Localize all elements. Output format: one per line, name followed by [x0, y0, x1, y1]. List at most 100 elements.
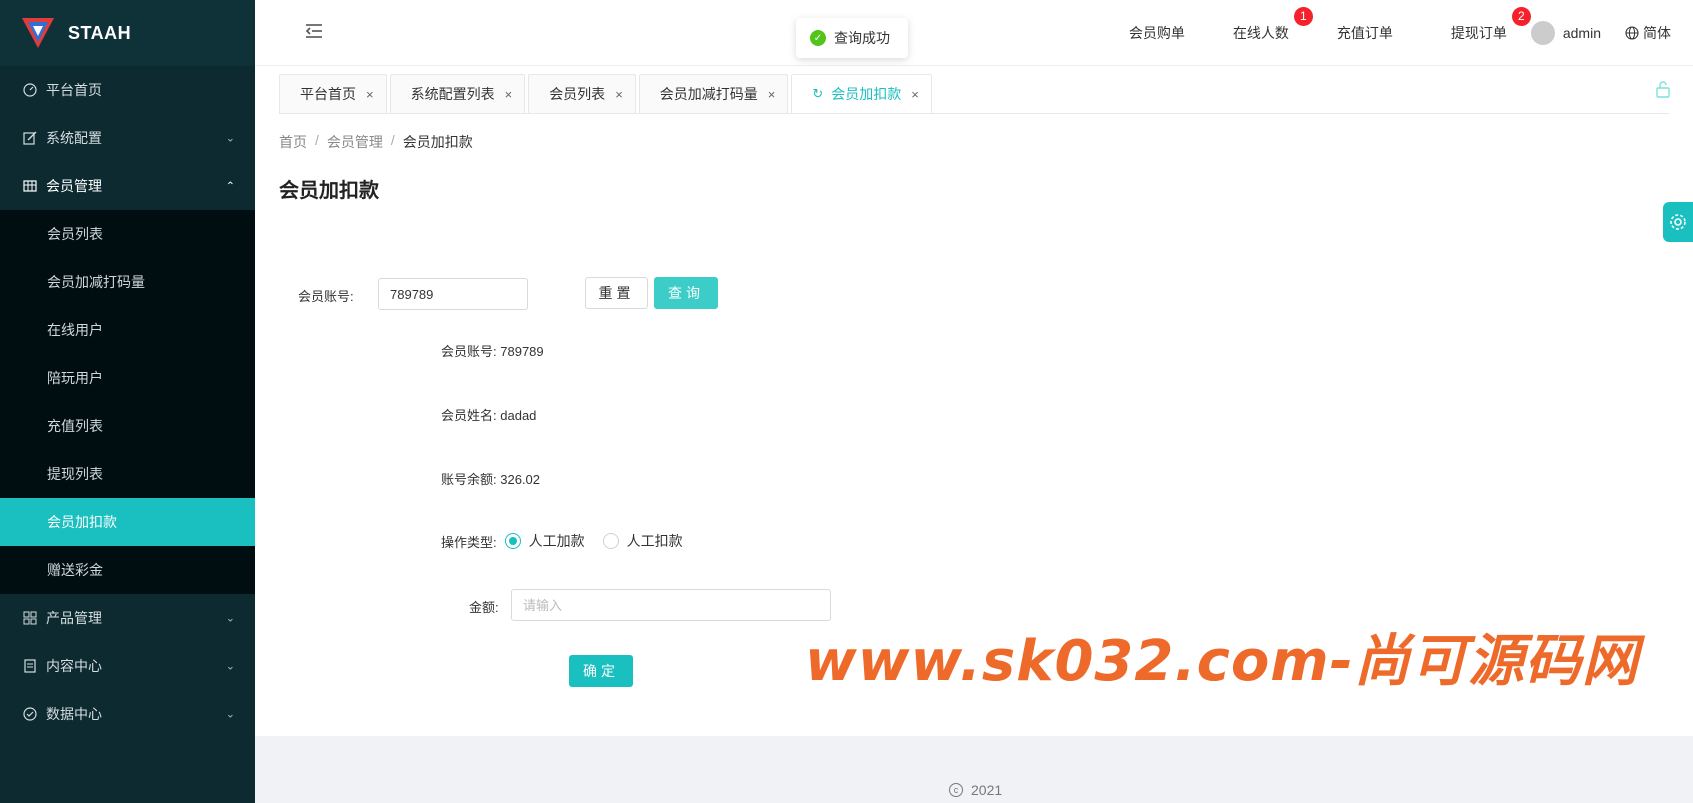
tab-bar: 平台首页 × 系统配置列表 × 会员列表 × 会员加减打码量 × ↻ 会员加扣款…	[279, 74, 935, 114]
online-users-label: 在线人数	[1232, 25, 1289, 41]
member-name-value: dadad	[500, 408, 537, 423]
header-actions: 会员购单 在线人数 1 充值订单 提现订单 2 admin 简体	[1105, 0, 1693, 66]
top-header: 会员购单 在线人数 1 充值订单 提现订单 2 admin 简体	[255, 0, 1693, 66]
breadcrumb-section[interactable]: 会员管理	[327, 132, 383, 152]
success-toast: ✓ 查询成功	[796, 18, 908, 58]
amount-input[interactable]	[511, 589, 831, 621]
sidebar-item-member-management[interactable]: 会员管理 ⌃	[0, 162, 255, 210]
sidebar-item-data-center[interactable]: 数据中心 ⌄	[0, 690, 255, 738]
check-circle-icon	[22, 706, 38, 722]
online-users-link[interactable]: 在线人数 1	[1232, 7, 1313, 43]
tab-member-list[interactable]: 会员列表 ×	[528, 74, 636, 113]
sidebar-item-label: 在线用户	[47, 322, 103, 338]
tab-member-adjust[interactable]: ↻ 会员加扣款 ×	[791, 74, 932, 113]
chevron-up-icon: ⌃	[225, 180, 235, 193]
sidebar: STAAH 平台首页 系统配置 ⌄ 会员管理 ⌃ 会员列表 会员加减打码量 在线…	[0, 0, 255, 803]
operation-type-row: 操作类型: 人工加款 人工扣款	[441, 531, 701, 551]
sidebar-item-label: 数据中心	[46, 706, 102, 722]
tab-system-config-list[interactable]: 系统配置列表 ×	[389, 74, 526, 113]
member-orders-link[interactable]: 会员购单	[1129, 23, 1185, 43]
close-icon[interactable]: ×	[366, 87, 374, 102]
sidebar-item-label: 会员加减打码量	[47, 274, 145, 290]
amount-label: 金额:	[469, 600, 499, 615]
sidebar-menu: 平台首页 系统配置 ⌄ 会员管理 ⌃	[0, 66, 255, 210]
sidebar-item-member-wager[interactable]: 会员加减打码量	[0, 258, 255, 306]
sidebar-item-recharge-list[interactable]: 充值列表	[0, 402, 255, 450]
member-submenu: 会员列表 会员加减打码量 在线用户 陪玩用户 充值列表 提现列表 会员加扣款 赠…	[0, 210, 255, 594]
chevron-down-icon: ⌄	[225, 660, 235, 673]
copyright: c 2021	[949, 782, 1002, 798]
sidebar-item-label: 系统配置	[46, 130, 102, 146]
radio-manual-deduct[interactable]: 人工扣款	[602, 531, 683, 551]
query-button[interactable]: 查询	[654, 277, 718, 309]
balance-row: 账号余额: 326.02	[441, 469, 540, 488]
sidebar-item-member-adjust[interactable]: 会员加扣款	[0, 498, 255, 546]
recharge-orders-link[interactable]: 充值订单	[1337, 23, 1393, 43]
sidebar-item-content-center[interactable]: 内容中心 ⌄	[0, 642, 255, 690]
tab-label: 会员加减打码量	[659, 86, 758, 102]
sidebar-item-companion-users[interactable]: 陪玩用户	[0, 354, 255, 402]
gear-icon	[1670, 214, 1686, 230]
sidebar-item-product-management[interactable]: 产品管理 ⌄	[0, 594, 255, 642]
breadcrumb-home[interactable]: 首页	[279, 132, 307, 152]
sidebar-item-withdraw-list[interactable]: 提现列表	[0, 450, 255, 498]
balance-label: 账号余额:	[441, 472, 497, 487]
username[interactable]: admin	[1563, 25, 1601, 41]
document-icon	[22, 658, 38, 674]
chevron-down-icon: ⌄	[225, 132, 235, 145]
radio-label: 人工加款	[528, 533, 585, 549]
close-icon[interactable]: ×	[615, 87, 623, 102]
app-name: STAAH	[68, 22, 132, 43]
settings-button[interactable]	[1663, 202, 1693, 242]
tab-label: 系统配置列表	[410, 86, 495, 102]
avatar[interactable]	[1530, 21, 1555, 45]
main-content: 平台首页 × 系统配置列表 × 会员列表 × 会员加减打码量 × ↻ 会员加扣款…	[255, 66, 1693, 736]
reset-button[interactable]: 重置	[585, 277, 648, 309]
sidebar-item-label: 陪玩用户	[47, 370, 103, 386]
sidebar-item-online-users[interactable]: 在线用户	[0, 306, 255, 354]
tab-label: 会员列表	[549, 86, 606, 102]
refresh-icon[interactable]: ↻	[812, 86, 823, 102]
breadcrumb-current: 会员加扣款	[402, 134, 473, 150]
radio-circle	[602, 533, 619, 549]
page-title: 会员加扣款	[279, 180, 379, 202]
withdraw-orders-link[interactable]: 提现订单 2	[1450, 7, 1531, 43]
language-label: 简体	[1643, 25, 1671, 41]
balance-value: 326.02	[500, 472, 541, 487]
sidebar-item-label: 提现列表	[47, 466, 103, 482]
withdraw-orders-badge: 2	[1511, 7, 1531, 26]
sidebar-item-member-list[interactable]: 会员列表	[0, 210, 255, 258]
sidebar-menu-bottom: 产品管理 ⌄ 内容中心 ⌄ 数据中心 ⌄	[0, 594, 255, 738]
breadcrumb: 首页 / 会员管理 / 会员加扣款	[279, 132, 481, 152]
account-search-input[interactable]	[378, 278, 528, 310]
edit-icon	[22, 130, 38, 146]
tab-dashboard[interactable]: 平台首页 ×	[279, 74, 387, 113]
confirm-button[interactable]: 确定	[569, 655, 633, 687]
sidebar-item-bonus[interactable]: 赠送彩金	[0, 546, 255, 594]
member-account-label: 会员账号:	[441, 344, 497, 359]
sidebar-item-system-config[interactable]: 系统配置 ⌄	[0, 114, 255, 162]
logo[interactable]: STAAH	[0, 0, 255, 66]
sidebar-item-label: 内容中心	[46, 658, 102, 674]
close-icon[interactable]: ×	[768, 87, 776, 102]
sidebar-item-label: 产品管理	[46, 610, 102, 626]
sidebar-item-label: 会员管理	[46, 178, 102, 194]
close-icon[interactable]: ×	[505, 87, 513, 102]
toast-message: 查询成功	[834, 30, 890, 46]
online-users-badge: 1	[1293, 7, 1313, 26]
watermark-text: www.sk032.com-尚可源码网	[805, 629, 1639, 694]
sidebar-item-dashboard[interactable]: 平台首页	[0, 66, 255, 114]
tab-member-wager[interactable]: 会员加减打码量 ×	[638, 74, 789, 113]
withdraw-orders-label: 提现订单	[1450, 25, 1507, 41]
tab-divider	[279, 113, 1669, 114]
language-switcher[interactable]: 简体	[1625, 23, 1671, 43]
radio-label: 人工扣款	[626, 533, 683, 549]
close-icon[interactable]: ×	[911, 87, 919, 102]
copyright-icon: c	[949, 783, 963, 797]
menu-fold-icon[interactable]	[303, 20, 325, 42]
radio-manual-add[interactable]: 人工加款	[504, 531, 585, 551]
tab-label: 平台首页	[300, 86, 356, 102]
lock-icon[interactable]	[1655, 80, 1671, 98]
footer: c 2021	[255, 736, 1693, 803]
chevron-down-icon: ⌄	[225, 708, 235, 721]
